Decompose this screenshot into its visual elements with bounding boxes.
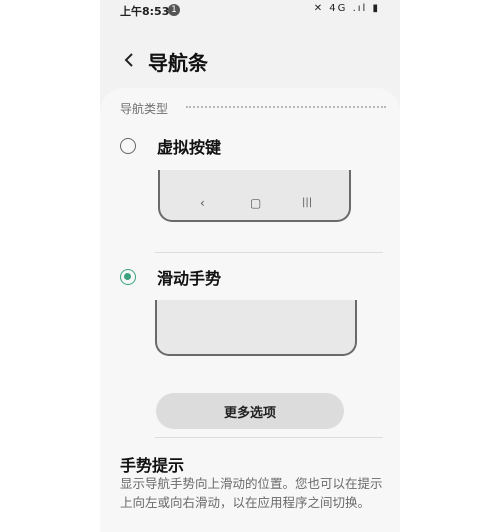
page-title: 导航条 (148, 51, 208, 75)
radio-virtual-keys[interactable] (120, 138, 136, 154)
status-icons: ✕ 4G .ıl ▮ (313, 3, 380, 14)
radio-swipe-gestures[interactable] (120, 269, 136, 285)
chevron-left-icon[interactable] (117, 48, 141, 72)
section-divider (186, 106, 386, 108)
phone-screen: 上午8:53 1 ✕ 4G .ıl ▮ 导航条 导航类型 虚拟按键 ‹ ▢ ||… (100, 0, 400, 532)
status-time: 上午8:53 (120, 5, 170, 18)
gesture-hint-description: 显示导航手势向上滑动的位置。您也可以在提示上向左或向右滑动，以在应用程序之间切换… (120, 476, 383, 510)
section-header-nav-type: 导航类型 (120, 102, 169, 116)
virtual-keys-preview: ‹ ▢ ||| (158, 170, 351, 222)
more-options-button[interactable]: 更多选项 (156, 393, 344, 429)
back-key-icon: ‹ (200, 196, 205, 210)
option-divider (155, 252, 383, 253)
option-label-virtual-keys[interactable]: 虚拟按键 (157, 134, 221, 158)
home-key-icon: ▢ (250, 196, 262, 210)
option-label-swipe-gestures[interactable]: 滑动手势 (157, 265, 221, 289)
notification-badge: 1 (168, 4, 180, 16)
status-bar: 上午8:53 1 ✕ 4G .ıl ▮ (100, 0, 400, 22)
settings-card: 导航类型 虚拟按键 ‹ ▢ ||| 滑动手势 更多选项 手势提示 显示导航手势向… (100, 88, 400, 532)
app-bar: 导航条 (100, 44, 400, 78)
swipe-gesture-preview (155, 300, 357, 356)
gesture-hint-title: 手势提示 (120, 456, 185, 475)
section-divider-bottom (155, 437, 383, 438)
recents-key-icon: ||| (302, 197, 313, 208)
